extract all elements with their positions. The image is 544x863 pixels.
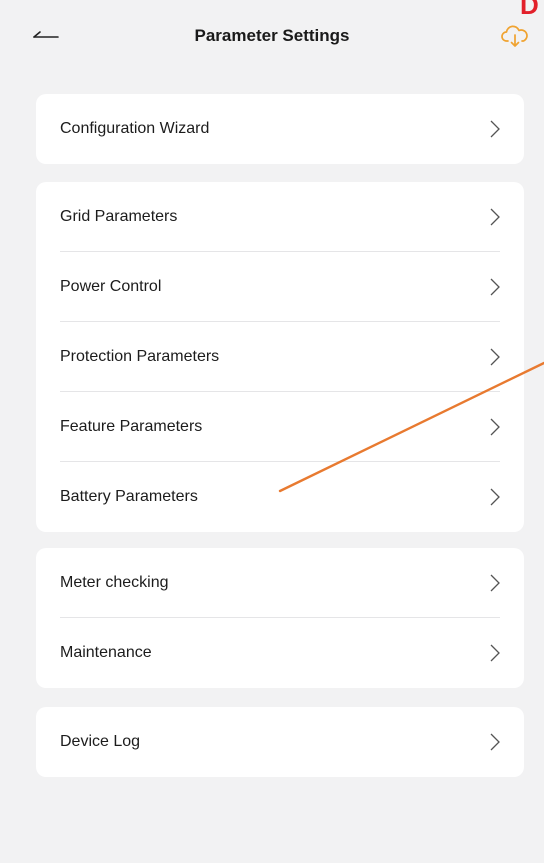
chevron-right-icon xyxy=(490,120,500,138)
brand-logo-letter: D xyxy=(520,0,539,16)
menu-item-power-control[interactable]: Power Control xyxy=(36,252,524,322)
menu-item-protection-parameters[interactable]: Protection Parameters xyxy=(36,322,524,392)
menu-item-label: Meter checking xyxy=(60,574,169,591)
header-bar: Parameter Settings D xyxy=(0,0,544,72)
menu-item-grid-parameters[interactable]: Grid Parameters xyxy=(36,182,524,252)
chevron-right-icon xyxy=(490,733,500,751)
menu-item-label: Device Log xyxy=(60,733,141,750)
menu-item-label: Battery Parameters xyxy=(60,488,198,505)
menu-item-label: Protection Parameters xyxy=(60,348,220,365)
chevron-right-icon xyxy=(490,278,500,296)
menu-item-label: Power Control xyxy=(60,278,162,295)
brand-logo-fragment: D xyxy=(520,0,544,16)
cloud-download-icon[interactable] xyxy=(500,24,530,50)
settings-group-meter: Meter checking Maintenance xyxy=(36,548,524,688)
menu-item-maintenance[interactable]: Maintenance xyxy=(36,618,524,688)
menu-item-label: Maintenance xyxy=(60,644,152,661)
settings-group-log: Device Log xyxy=(36,707,524,777)
chevron-right-icon xyxy=(490,208,500,226)
chevron-right-icon xyxy=(490,418,500,436)
chevron-right-icon xyxy=(490,644,500,662)
settings-group-parameters: Grid Parameters Power Control Protection… xyxy=(36,182,524,532)
menu-item-label: Configuration Wizard xyxy=(60,120,210,137)
page-title: Parameter Settings xyxy=(194,26,350,45)
menu-item-feature-parameters[interactable]: Feature Parameters xyxy=(36,392,524,462)
menu-item-battery-parameters[interactable]: Battery Parameters xyxy=(36,462,524,532)
chevron-right-icon xyxy=(490,488,500,506)
menu-item-meter-checking[interactable]: Meter checking xyxy=(36,548,524,618)
menu-item-device-log[interactable]: Device Log xyxy=(36,707,524,777)
settings-group-wizard: Configuration Wizard xyxy=(36,94,524,164)
menu-item-configuration-wizard[interactable]: Configuration Wizard xyxy=(36,94,524,164)
menu-item-label: Feature Parameters xyxy=(60,418,203,435)
chevron-right-icon xyxy=(490,574,500,592)
chevron-right-icon xyxy=(490,348,500,366)
menu-item-label: Grid Parameters xyxy=(60,208,178,225)
